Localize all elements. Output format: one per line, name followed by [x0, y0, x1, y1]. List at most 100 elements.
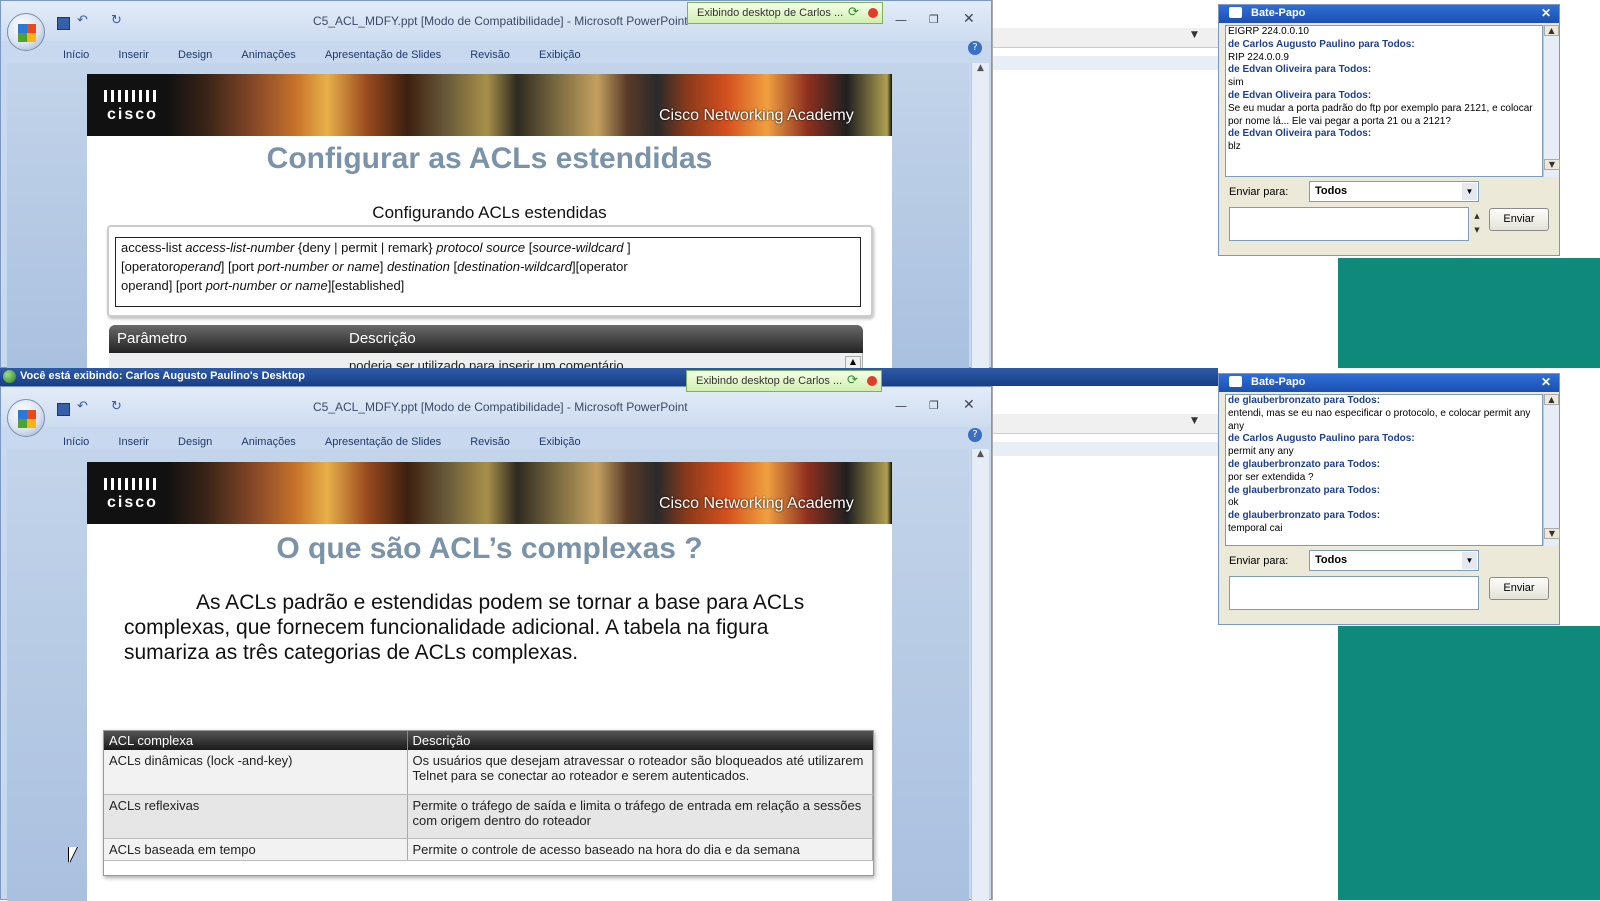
- bottom-share-badge[interactable]: Exibindo desktop de Carlos ... ⟳: [686, 370, 882, 392]
- syntax-frame: access-list access-list-number {deny | p…: [107, 225, 873, 317]
- chat-message-line: permit any any: [1228, 446, 1294, 458]
- mouse-cursor-icon: [69, 847, 77, 863]
- share-badge-text: Exibindo desktop de Carlos ...: [696, 375, 843, 387]
- bg-strip: [993, 56, 1219, 70]
- save-icon[interactable]: [57, 17, 70, 30]
- tab-design[interactable]: Design: [178, 49, 212, 61]
- send-to-select[interactable]: Todos ▼: [1309, 550, 1479, 571]
- chat-close-icon[interactable]: ✕: [1541, 6, 1551, 20]
- chat-sender-line: de glauberbronzato para Todos:: [1228, 484, 1381, 496]
- slide-body: As ACLs padrão e estendidas podem se tor…: [124, 591, 805, 664]
- message-input[interactable]: [1229, 207, 1469, 241]
- chat-message-line: blz: [1228, 141, 1241, 153]
- send-button[interactable]: Enviar: [1489, 577, 1549, 600]
- tab-apresentacao[interactable]: Apresentação de Slides: [325, 49, 441, 61]
- help-icon[interactable]: ?: [968, 41, 982, 55]
- bottom-slide: cisco Cisco Networking Academy O que são…: [87, 462, 892, 901]
- chevron-down-icon[interactable]: ▼: [1462, 552, 1477, 569]
- tab-inicio[interactable]: Início: [63, 49, 89, 61]
- chat-close-icon[interactable]: ✕: [1541, 375, 1551, 389]
- close-icon[interactable]: ✕: [963, 11, 975, 27]
- chat-bubble-icon: [1229, 376, 1242, 387]
- office-button[interactable]: [7, 399, 45, 437]
- chat-scroll-up-icon[interactable]: ▲: [1544, 25, 1559, 36]
- chat-scroll-down-icon[interactable]: ▼: [1544, 159, 1560, 170]
- top-background-window: ▼: [992, 0, 1219, 368]
- table-row: ACLs baseada em tempo Permite o controle…: [104, 838, 873, 861]
- scroll-up-icon[interactable]: ▲: [972, 449, 989, 459]
- chat-title: Bate-Papo: [1251, 376, 1306, 388]
- message-input[interactable]: [1229, 576, 1479, 610]
- table-cell: ACLs baseada em tempo: [104, 838, 408, 861]
- top-window-title: C5_ACL_MDFY.ppt [Modo de Compatibilidade…: [313, 14, 688, 28]
- tab-inicio[interactable]: Início: [63, 436, 89, 448]
- chat-log[interactable]: de glauberbronzato para Todos: entendi, m…: [1225, 394, 1543, 546]
- tab-exibicao[interactable]: Exibição: [539, 436, 581, 448]
- undo-icon[interactable]: ↶: [77, 399, 88, 414]
- chat-title: Bate-Papo: [1251, 7, 1306, 19]
- chat-scroll-up-icon[interactable]: ▲: [1544, 394, 1559, 405]
- redo-icon[interactable]: ↻: [111, 13, 122, 28]
- bg-strip: [993, 442, 1219, 456]
- chat-log-scrollbar[interactable]: ▲ ▼: [1543, 394, 1560, 546]
- viewer-bar: Você está exibindo: Carlos Augusto Pauli…: [0, 368, 1218, 386]
- bg-dropdown-arrow-icon[interactable]: ▼: [1191, 416, 1198, 426]
- tab-animacoes[interactable]: Animações: [241, 436, 295, 448]
- chat-sender-line: de glauberbronzato para Todos:: [1228, 510, 1381, 522]
- param-table-header: Parâmetro Descrição: [109, 325, 863, 353]
- bottom-teal-desktop: [1338, 626, 1600, 900]
- undo-icon[interactable]: ↶: [77, 13, 88, 28]
- cisco-banner: cisco Cisco Networking Academy: [87, 462, 892, 524]
- acl-table-frame: ACL complexa Descrição ACLs dinâmicas (l…: [103, 730, 874, 876]
- bottom-ribbon-tabs: Início Inserir Design Animações Apresent…: [63, 430, 963, 448]
- office-button[interactable]: [7, 13, 45, 51]
- chat-message-line: por ser extendida ?: [1228, 471, 1314, 483]
- slide-title: O que são ACL’s complexas ?: [276, 532, 703, 565]
- share-badge-text: Exibindo desktop de Carlos ...: [697, 7, 844, 19]
- chat-titlebar: Bate-Papo ✕: [1219, 5, 1559, 23]
- bg-dropdown-arrow-icon[interactable]: ▼: [1191, 30, 1198, 40]
- chat-titlebar: Bate-Papo ✕: [1219, 374, 1559, 392]
- top-slide: cisco Cisco Networking Academy Configura…: [87, 74, 892, 369]
- chat-log-scrollbar[interactable]: ▲ ▼: [1543, 25, 1560, 177]
- bottom-window-title: C5_ACL_MDFY.ppt [Modo de Compatibilidade…: [313, 400, 688, 414]
- maximize-icon[interactable]: ❐: [929, 13, 939, 26]
- tab-inserir[interactable]: Inserir: [118, 49, 149, 61]
- save-icon[interactable]: [57, 403, 70, 416]
- share-refresh-icon[interactable]: ⟳: [848, 5, 859, 20]
- tab-inserir[interactable]: Inserir: [118, 436, 149, 448]
- acl-table: ACL complexa Descrição ACLs dinâmicas (l…: [104, 731, 873, 861]
- send-button[interactable]: Enviar: [1489, 208, 1549, 231]
- tab-exibicao[interactable]: Exibição: [539, 49, 581, 61]
- top-vertical-scrollbar[interactable]: ▲: [971, 63, 989, 369]
- chat-message-line: sim: [1228, 77, 1244, 89]
- tab-animacoes[interactable]: Animações: [241, 49, 295, 61]
- top-share-badge[interactable]: Exibindo desktop de Carlos ... ⟳: [687, 2, 883, 24]
- chat-scroll-down-icon[interactable]: ▼: [1544, 528, 1560, 539]
- tab-revisao[interactable]: Revisão: [470, 436, 510, 448]
- chat-log[interactable]: EIGRP 224.0.0.10 de Carlos Augusto Paulin…: [1225, 25, 1543, 177]
- scroll-up-icon[interactable]: ▲: [972, 63, 989, 73]
- bottom-background-window: ▼: [992, 386, 1219, 900]
- tab-apresentacao[interactable]: Apresentação de Slides: [325, 436, 441, 448]
- share-stop-icon[interactable]: [868, 8, 878, 18]
- table-cell: ACLs reflexivas: [104, 794, 408, 839]
- help-icon[interactable]: ?: [968, 428, 982, 442]
- tab-revisao[interactable]: Revisão: [470, 49, 510, 61]
- message-stepper[interactable]: ▲ ▼: [1471, 209, 1483, 239]
- header-descricao: Descrição: [349, 330, 416, 347]
- bottom-vertical-scrollbar[interactable]: ▲: [971, 449, 989, 901]
- close-icon[interactable]: ✕: [963, 397, 975, 413]
- share-stop-icon[interactable]: [867, 376, 877, 386]
- minimize-icon[interactable]: —: [895, 13, 907, 27]
- top-teal-desktop: [1338, 258, 1600, 368]
- table-row: ACLs reflexivas Permite o tráfego de saí…: [104, 794, 873, 839]
- maximize-icon[interactable]: ❐: [929, 399, 939, 412]
- redo-icon[interactable]: ↻: [111, 399, 122, 414]
- minimize-icon[interactable]: —: [895, 399, 907, 413]
- send-to-select[interactable]: Todos ▼: [1309, 181, 1479, 202]
- share-refresh-icon[interactable]: ⟳: [847, 373, 858, 388]
- chevron-down-icon[interactable]: ▼: [1462, 183, 1477, 200]
- tab-design[interactable]: Design: [178, 436, 212, 448]
- chat-sender-line: de glauberbronzato para Todos:: [1228, 458, 1381, 470]
